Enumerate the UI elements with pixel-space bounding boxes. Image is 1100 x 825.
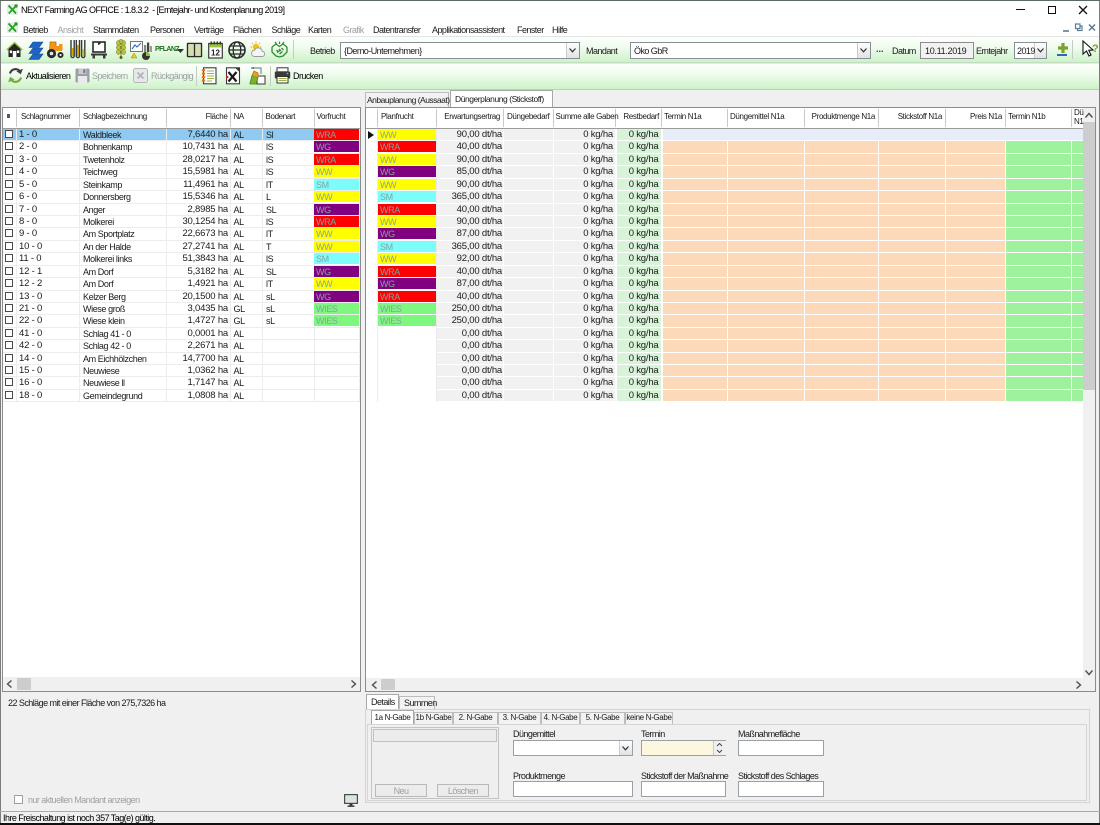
svg-text:12: 12 bbox=[211, 49, 220, 58]
svg-text:?: ? bbox=[1092, 43, 1099, 55]
